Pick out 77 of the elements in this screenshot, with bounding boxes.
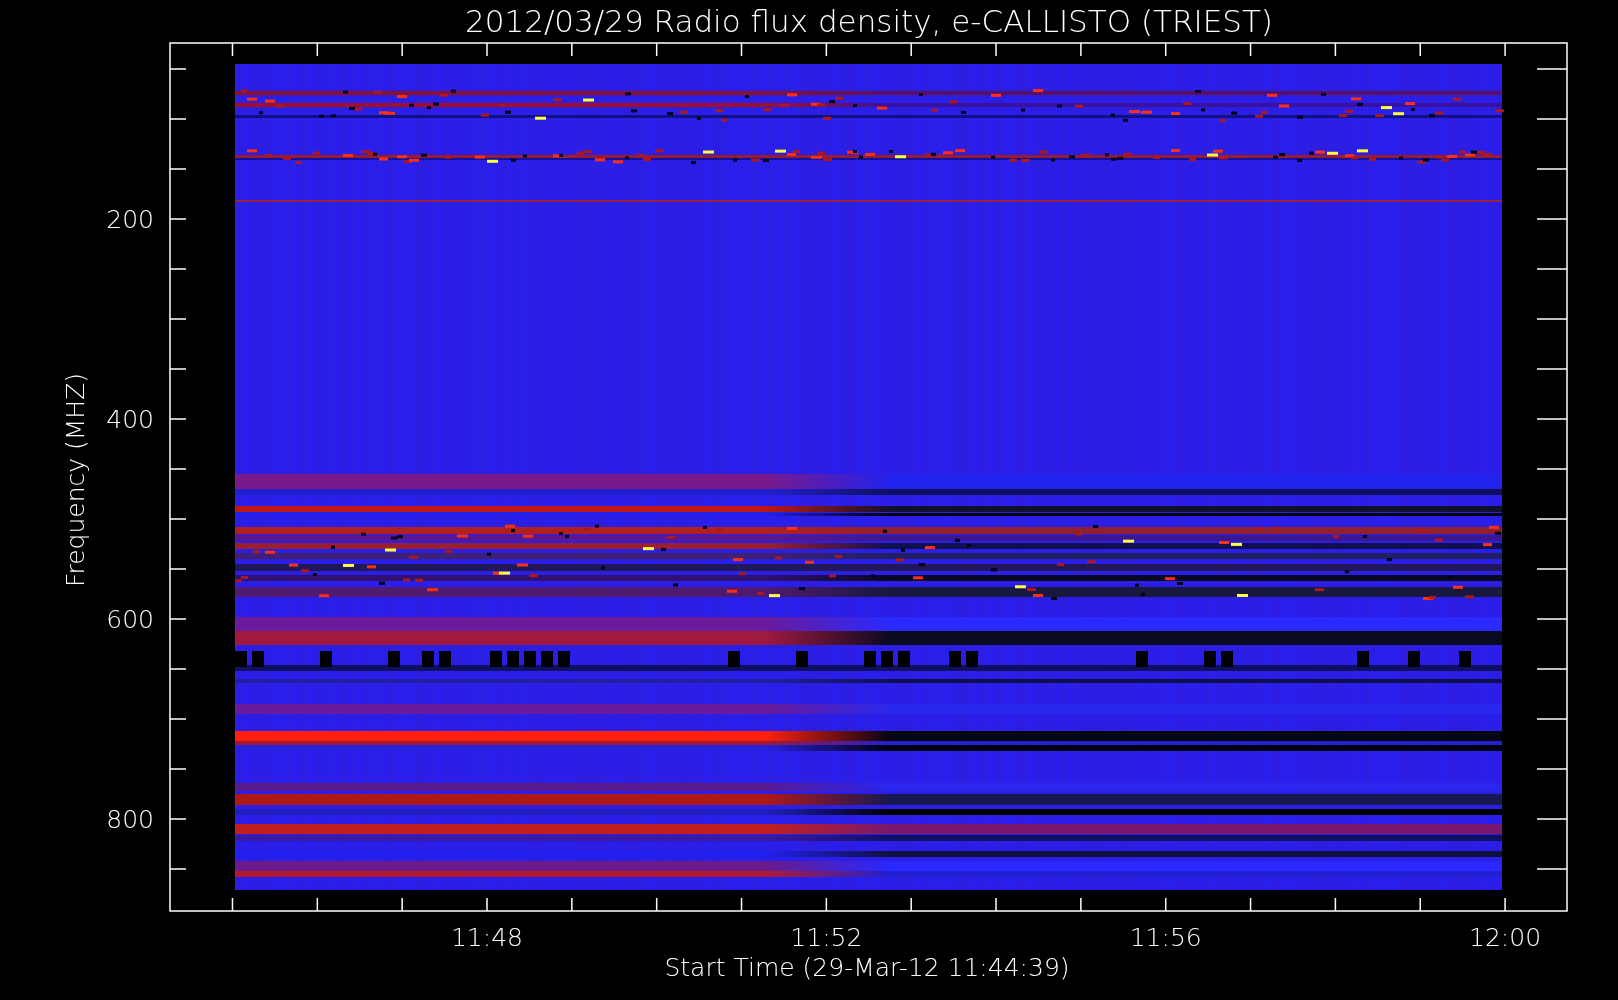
tick-mark <box>1536 168 1568 170</box>
tick-mark <box>1419 897 1421 912</box>
tick-mark <box>169 868 187 870</box>
tick-mark <box>740 897 743 912</box>
tick-mark <box>1536 718 1568 720</box>
tick-mark <box>1536 418 1568 420</box>
tick-mark <box>169 368 187 370</box>
tick-mark <box>169 468 187 470</box>
tick-mark <box>169 168 187 170</box>
tick-label: 800 <box>106 805 154 834</box>
tick-label: 11:48 <box>451 923 523 952</box>
tick-label: 11:52 <box>790 923 863 952</box>
tick-mark <box>740 42 743 57</box>
tick-mark <box>655 897 658 912</box>
tick-mark <box>571 42 573 57</box>
tick-mark <box>1334 897 1337 912</box>
tick-mark <box>1504 42 1506 57</box>
tick-mark <box>169 818 187 820</box>
tick-mark <box>1536 318 1568 320</box>
tick-mark <box>316 42 319 57</box>
tick-mark <box>655 42 658 57</box>
tick-mark <box>1504 897 1506 912</box>
tick-mark <box>169 518 187 520</box>
tick-mark <box>1164 42 1167 57</box>
plot-title: 2012/03/29 Radio flux density, e-CALLISTO (TRIEST) <box>465 3 1273 39</box>
tick-mark <box>1536 368 1568 370</box>
axis-label: Frequency (MHZ) <box>61 372 90 588</box>
tick-mark <box>169 268 187 270</box>
tick-mark <box>169 618 187 620</box>
tick-mark <box>1080 42 1082 57</box>
tick-mark <box>169 318 187 320</box>
tick-mark <box>486 42 488 57</box>
axis-label: Start Time (29-Mar-12 11:44:39) <box>664 953 1070 982</box>
tick-mark <box>1536 468 1568 470</box>
tick-label: 400 <box>106 405 154 434</box>
tick-mark <box>910 897 912 912</box>
tick-mark <box>1536 118 1568 120</box>
tick-mark <box>1249 897 1252 912</box>
tick-mark <box>486 897 488 912</box>
tick-mark <box>1536 868 1568 870</box>
tick-mark <box>1536 268 1568 270</box>
tick-mark <box>1536 568 1568 570</box>
tick-mark <box>169 668 187 670</box>
tick-mark <box>1536 818 1568 820</box>
tick-mark <box>1536 218 1568 220</box>
tick-label: 11:56 <box>1129 923 1202 952</box>
tick-mark <box>169 768 187 770</box>
tick-label: 12:00 <box>1469 923 1542 952</box>
tick-mark <box>169 718 187 720</box>
tick-label: 600 <box>106 605 154 634</box>
tick-mark <box>1536 768 1568 770</box>
tick-mark <box>169 418 187 420</box>
tick-mark <box>825 42 828 57</box>
tick-mark <box>169 118 187 120</box>
tick-mark <box>910 42 912 57</box>
tick-mark <box>825 897 828 912</box>
tick-mark <box>231 42 234 57</box>
tick-mark <box>571 897 573 912</box>
tick-mark <box>1536 68 1568 70</box>
tick-mark <box>169 218 187 220</box>
tick-mark <box>1334 42 1337 57</box>
tick-label: 200 <box>106 205 154 234</box>
tick-mark <box>1419 42 1421 57</box>
tick-mark <box>1536 618 1568 620</box>
tick-mark <box>231 897 234 912</box>
tick-mark <box>1080 897 1082 912</box>
tick-mark <box>316 897 319 912</box>
tick-mark <box>169 568 187 570</box>
tick-mark <box>401 897 403 912</box>
tick-mark <box>1164 897 1167 912</box>
tick-mark <box>1536 518 1568 520</box>
tick-mark <box>1249 42 1252 57</box>
tick-mark <box>169 68 187 70</box>
tick-mark <box>1536 668 1568 670</box>
tick-mark <box>995 897 997 912</box>
tick-mark <box>995 42 997 57</box>
tick-mark <box>401 42 403 57</box>
